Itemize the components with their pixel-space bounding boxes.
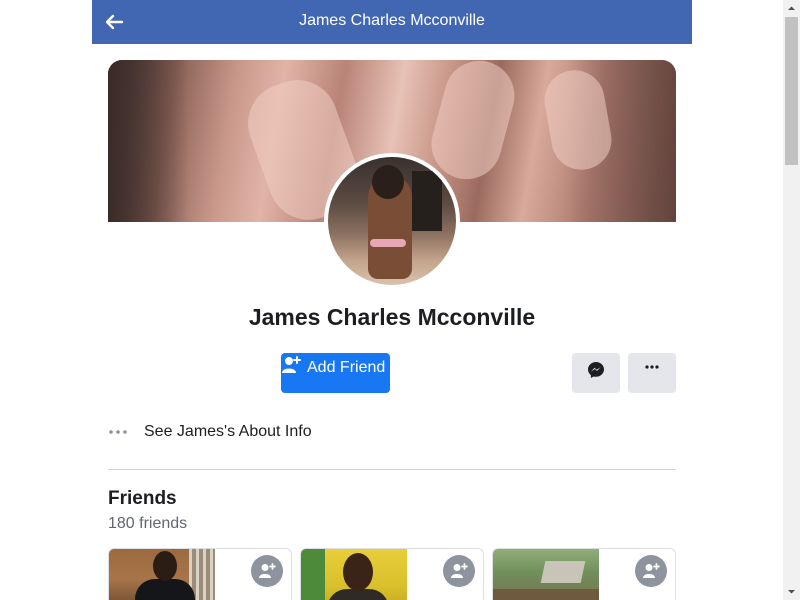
profile-page: James Charles Mcconville James Charles M… bbox=[92, 0, 692, 600]
section-divider bbox=[108, 469, 676, 470]
add-friend-small-button[interactable] bbox=[251, 555, 283, 587]
add-friend-button[interactable]: Add Friend bbox=[281, 353, 390, 393]
photo-person-head bbox=[153, 551, 177, 581]
scroll-up-arrow-icon bbox=[788, 6, 795, 10]
photo-ground bbox=[493, 589, 599, 600]
photo-background bbox=[301, 549, 325, 600]
avatar-band bbox=[370, 239, 406, 247]
add-friend-small-button[interactable] bbox=[443, 555, 475, 587]
top-bar-title: James Charles Mcconville bbox=[299, 12, 485, 29]
see-about-info-link[interactable]: See James's About Info bbox=[108, 420, 676, 444]
friends-count: 180 friends bbox=[108, 515, 188, 532]
add-friend-icon bbox=[282, 356, 301, 373]
friend-card[interactable] bbox=[492, 548, 676, 600]
photo-person-body bbox=[135, 579, 195, 600]
add-friend-label: Add Friend bbox=[307, 359, 386, 376]
add-friend-icon bbox=[451, 563, 468, 578]
avatar-background-mirror bbox=[412, 171, 442, 231]
more-options-button[interactable] bbox=[628, 353, 676, 393]
add-friend-icon bbox=[643, 563, 660, 578]
profile-picture-image bbox=[328, 157, 456, 285]
friend-photo[interactable] bbox=[493, 549, 599, 600]
message-button[interactable] bbox=[572, 353, 620, 393]
scroll-up-button[interactable] bbox=[783, 0, 800, 17]
about-info-label: See James's About Info bbox=[144, 423, 312, 440]
messenger-icon bbox=[588, 362, 604, 378]
cover-shadow-left bbox=[108, 60, 188, 222]
add-friend-small-button[interactable] bbox=[635, 555, 667, 587]
scroll-thumb[interactable] bbox=[785, 17, 798, 165]
more-dots-icon bbox=[109, 430, 127, 434]
vertical-scrollbar[interactable] bbox=[783, 0, 800, 600]
scroll-down-button[interactable] bbox=[783, 583, 800, 600]
more-options-icon bbox=[645, 365, 659, 369]
photo-structure bbox=[540, 561, 586, 583]
friend-card[interactable] bbox=[300, 548, 484, 600]
friend-photo[interactable] bbox=[109, 549, 215, 600]
friends-section-title: Friends bbox=[108, 488, 177, 509]
scroll-down-arrow-icon bbox=[788, 590, 795, 594]
avatar-head bbox=[372, 165, 404, 199]
add-friend-icon bbox=[259, 563, 276, 578]
cover-highlight bbox=[423, 60, 523, 188]
top-bar: James Charles Mcconville bbox=[92, 0, 692, 44]
photo-person-head bbox=[343, 553, 373, 591]
profile-name: James Charles Mcconville bbox=[248, 304, 536, 330]
friend-card[interactable] bbox=[108, 548, 292, 600]
friend-photo[interactable] bbox=[301, 549, 407, 600]
profile-picture[interactable] bbox=[324, 153, 460, 289]
